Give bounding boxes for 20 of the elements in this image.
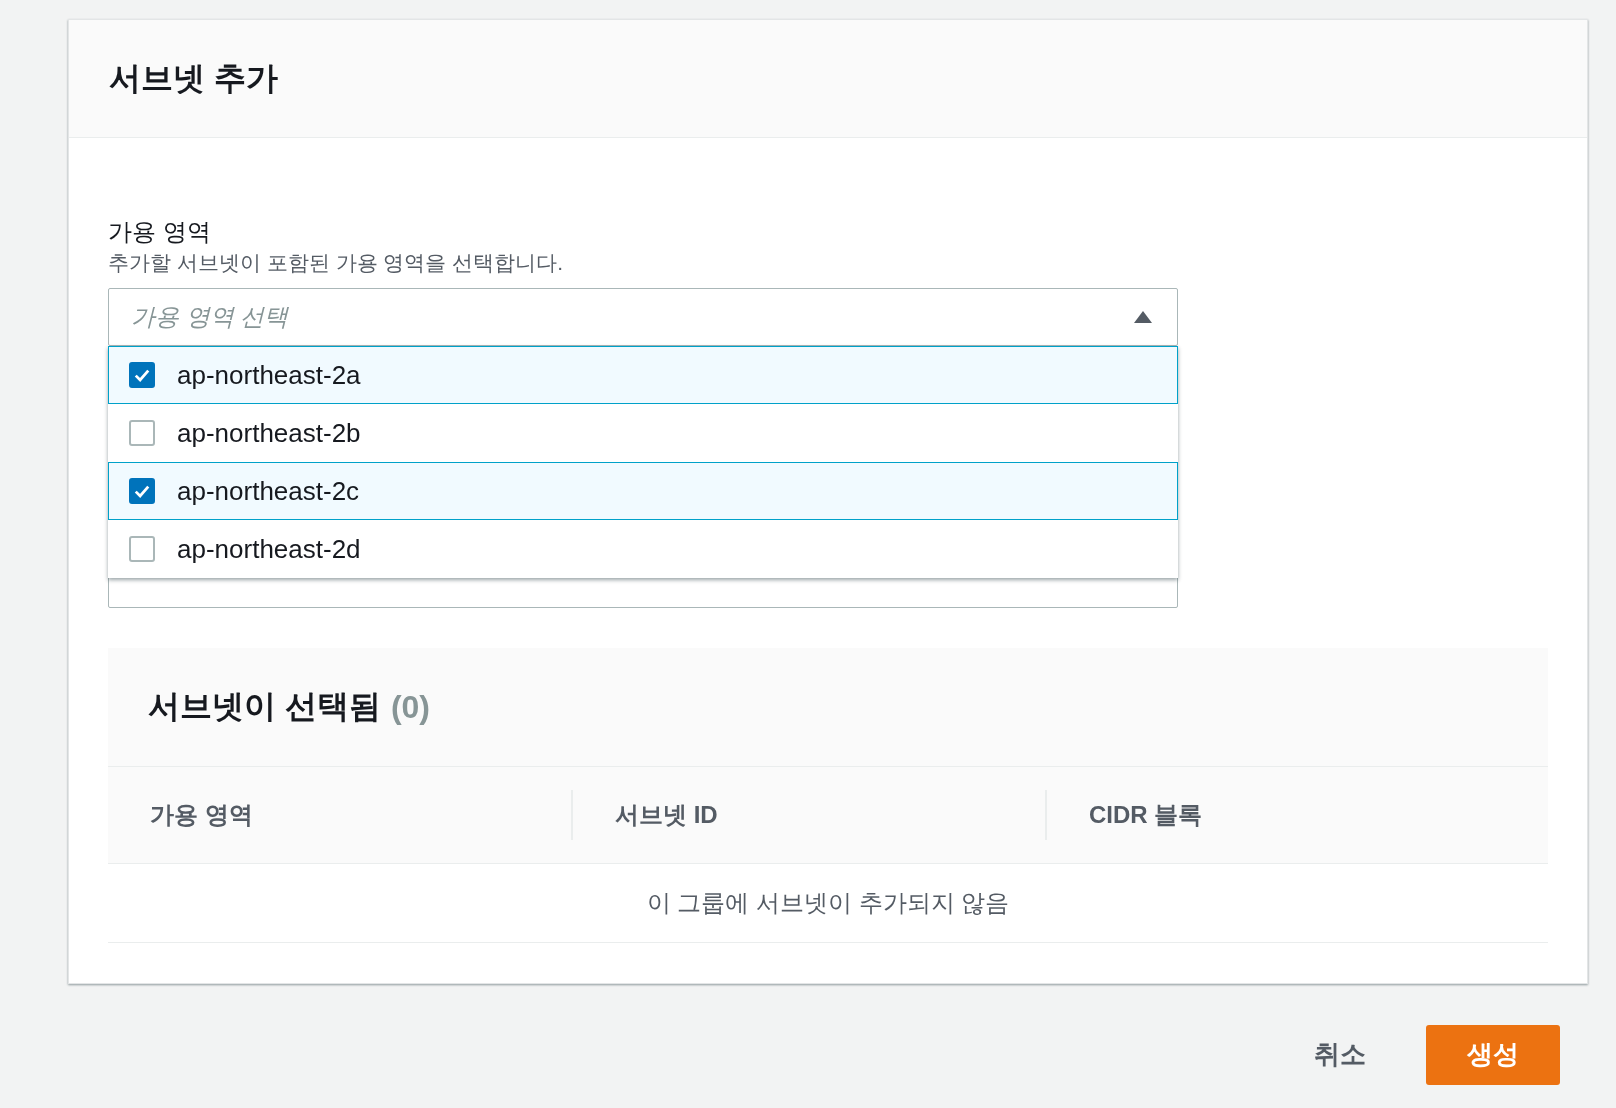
checkbox[interactable]: [129, 362, 155, 388]
dropdown-option[interactable]: ap-northeast-2d: [108, 520, 1178, 578]
field-description: 추가할 서브넷이 포함된 가용 영역을 선택합니다.: [108, 250, 564, 276]
checkbox[interactable]: [129, 478, 155, 504]
subnet-count: (0): [390, 688, 430, 726]
checkbox[interactable]: [129, 536, 155, 562]
cancel-button[interactable]: 취소: [1284, 1023, 1396, 1086]
checkbox[interactable]: [129, 420, 155, 446]
placeholder-text: 가용 영역 선택: [131, 302, 290, 332]
column-header: 가용 영역: [150, 800, 253, 830]
empty-message: 이 그룹에 서브넷이 추가되지 않음: [646, 888, 1010, 918]
column-header: 서브넷 ID: [615, 800, 718, 830]
dropdown-option[interactable]: ap-northeast-2a: [108, 346, 1178, 404]
dropdown-option[interactable]: ap-northeast-2c: [108, 462, 1178, 520]
field-label: 가용 영역: [108, 217, 212, 247]
panel-title: 서브넷이 선택됨: [148, 687, 381, 726]
caret-icon: [1133, 310, 1153, 324]
dialog-title: 서브넷 추가: [109, 58, 278, 98]
column-header: CIDR 블록: [1089, 800, 1203, 830]
dropdown-option[interactable]: ap-northeast-2b: [108, 404, 1178, 462]
